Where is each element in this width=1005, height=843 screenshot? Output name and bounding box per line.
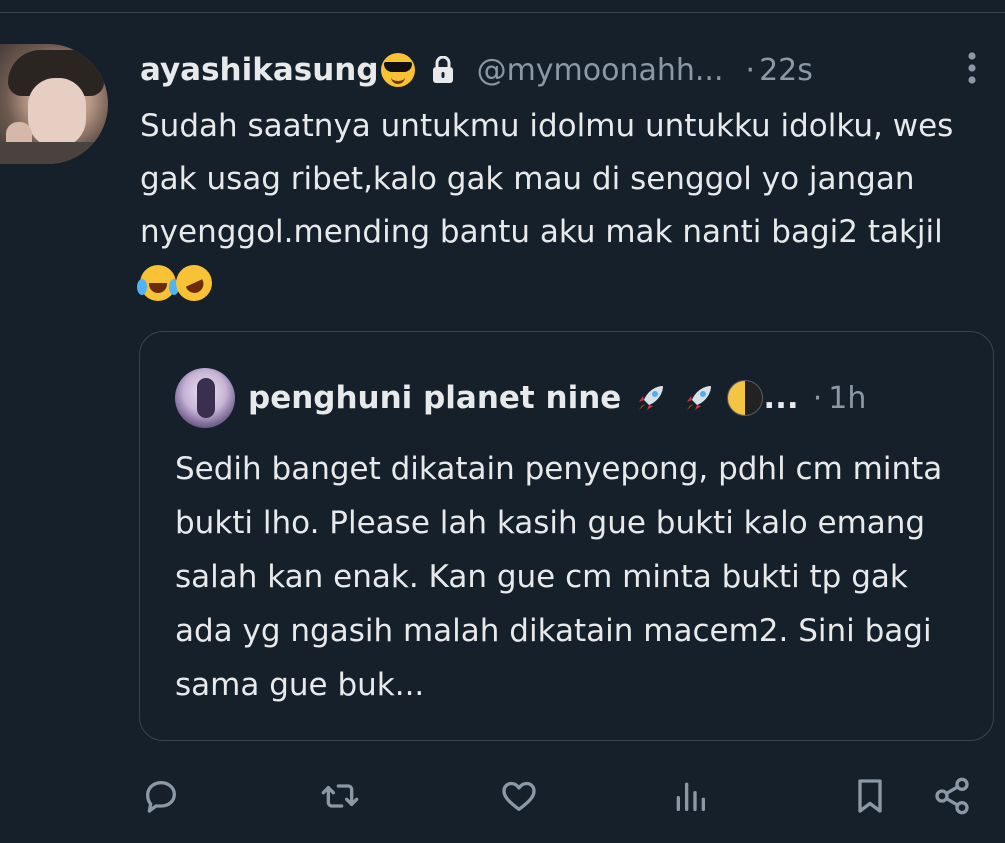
sunglasses-emoji-icon: [380, 53, 415, 87]
share-button[interactable]: [930, 770, 974, 822]
moon-emoji-icon: [727, 380, 764, 416]
views-icon: [676, 782, 705, 811]
quoted-separator-dot: ·: [812, 380, 823, 416]
tweet-text: Sudah saatnya untukmu idolmu untukku ido…: [137, 100, 970, 312]
quoted-tweet-timestamp[interactable]: 1h: [828, 381, 866, 416]
author-handle[interactable]: @mymoonahh...: [477, 53, 724, 88]
quoted-tweet-header: penghuni planet nine ... · 1h: [248, 374, 866, 422]
rolling-laughing-emoji-icon: [170, 259, 218, 307]
tweet-timestamp[interactable]: 22s: [759, 53, 813, 88]
bookmark-button[interactable]: [848, 770, 892, 822]
views-button[interactable]: [668, 770, 712, 822]
quoted-author-avatar[interactable]: [175, 368, 235, 428]
like-icon: [502, 781, 536, 811]
quoted-avatar-figure: [197, 378, 215, 418]
avatar-face: [28, 78, 86, 148]
like-button[interactable]: [497, 770, 541, 822]
quoted-author-display-name[interactable]: penghuni planet nine: [248, 380, 621, 416]
reply-button[interactable]: [139, 770, 183, 822]
quoted-name-ellipsis: ...: [763, 380, 799, 416]
tears-of-joy-emoji-icon: [137, 265, 179, 301]
rocket-emoji-icon: [687, 386, 712, 410]
tweet[interactable]: ayashikasung @mymoonahh... · 22s Sudah s…: [0, 0, 1005, 843]
author-avatar[interactable]: [0, 44, 108, 164]
reply-icon: [146, 781, 176, 813]
tweet-header: ayashikasung @mymoonahh... · 22s: [140, 44, 813, 96]
bookmark-icon: [858, 779, 882, 813]
share-icon: [935, 777, 969, 815]
separator-dot: ·: [745, 52, 756, 88]
rocket-emoji-icon: [639, 386, 664, 410]
tweet-text-content: Sudah saatnya untukmu idolmu untukku ido…: [140, 108, 954, 250]
author-display-name[interactable]: ayashikasung: [140, 52, 379, 88]
more-options-icon[interactable]: [957, 48, 987, 88]
avatar-shirt: [0, 142, 108, 164]
quoted-tweet-text: Sedih banget dikatain penyepong, pdhl cm…: [175, 451, 943, 703]
retweet-button[interactable]: [318, 770, 362, 822]
lock-icon: [432, 56, 453, 83]
tweet-actions-bar: [0, 770, 1005, 826]
retweet-icon: [321, 784, 359, 808]
